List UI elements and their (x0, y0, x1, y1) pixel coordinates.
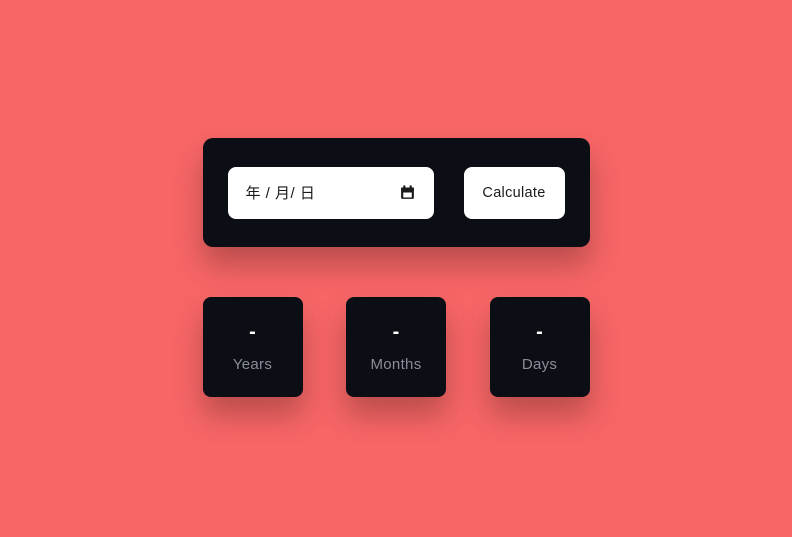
years-label: Years (233, 356, 272, 373)
calculate-button-label: Calculate (482, 185, 545, 201)
days-label: Days (522, 356, 557, 373)
years-box: - Years (203, 297, 303, 397)
calculate-button[interactable]: Calculate (464, 167, 565, 219)
days-box: - Days (490, 297, 590, 397)
months-label: Months (371, 356, 422, 373)
months-value: - (393, 322, 400, 342)
months-box: - Months (346, 297, 446, 397)
results-row: - Years - Months - Days (203, 297, 590, 397)
calendar-icon[interactable] (399, 184, 416, 201)
years-value: - (249, 322, 256, 342)
date-placeholder: 年 / 月/ 日 (246, 182, 316, 203)
input-card: 年 / 月/ 日 Calculate (203, 138, 590, 247)
date-input[interactable]: 年 / 月/ 日 (228, 167, 434, 219)
days-value: - (536, 322, 543, 342)
